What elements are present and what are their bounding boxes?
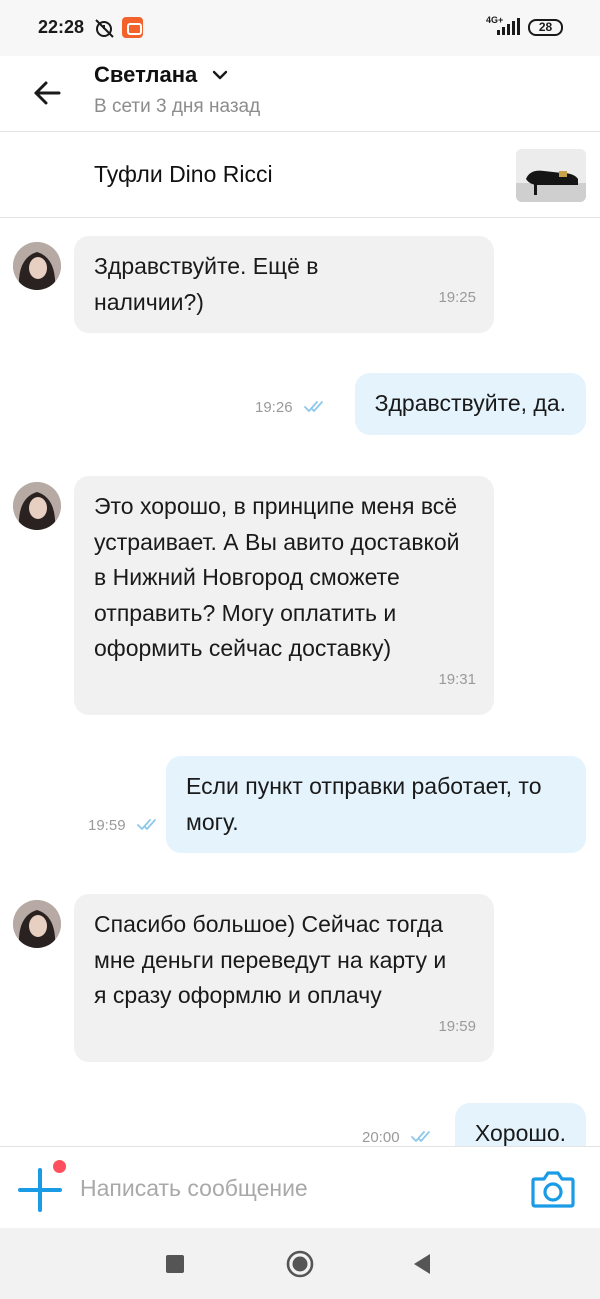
double-check-icon [137,819,156,830]
double-check-icon [411,1131,430,1142]
status-bar: 22:28 4G+ 28 [0,0,600,56]
message-time: 19:59 [88,817,126,834]
message-composer [0,1146,600,1228]
message-text: Здравствуйте, да. [374,390,566,416]
message-bubble-incoming[interactable]: Здравствуйте. Ещё в наличии?) 19:25 [74,236,494,333]
listing-title: Туфли Dino Ricci [94,161,273,187]
system-back-button[interactable] [412,1252,432,1276]
notification-dot [53,1160,66,1173]
contact-status: В сети 3 дня назад [94,96,261,117]
home-button[interactable] [286,1250,314,1278]
message-time: 19:59 [438,1017,476,1035]
camera-icon [531,1171,575,1208]
back-button[interactable] [27,73,67,113]
message-bubble-incoming[interactable]: Это хорошо, в принципе меня всё устраива… [74,476,494,715]
message-bubble-outgoing[interactable]: Если пункт отправки работает, то могу. [166,756,586,853]
message-time: 19:26 [255,399,293,416]
avatar[interactable] [13,900,61,948]
status-time: 22:28 [38,17,85,37]
camera-button[interactable] [531,1169,575,1209]
alarm-off-icon [93,17,115,44]
message-text: Если пункт отправки работает, то могу. [186,773,542,835]
recent-apps-button[interactable] [166,1255,184,1273]
battery-indicator: 28 [528,19,563,36]
message-text: Хорошо. [474,1120,566,1146]
app-notification-icon [122,17,143,38]
message-input[interactable] [80,1167,500,1209]
arrow-left-icon [34,81,61,105]
message-time: 19:31 [438,670,476,688]
double-check-icon [304,401,323,412]
chat-header: Светлана В сети 3 дня назад [0,56,600,132]
contact-name[interactable]: Светлана [94,62,197,88]
message-time: 19:25 [438,288,476,306]
message-text: Здравствуйте. Ещё в наличии?) [94,253,319,315]
listing-thumbnail[interactable] [516,149,586,202]
chevron-down-icon[interactable] [212,68,228,86]
message-bubble-outgoing[interactable]: Здравствуйте, да. [354,373,586,435]
message-bubble-outgoing[interactable]: Хорошо. [454,1103,586,1146]
plus-icon [18,1168,62,1212]
signal-icon [497,18,521,41]
message-text: Спасибо большое) Сейчас тогда мне деньги… [94,911,447,1008]
system-nav-bar [0,1228,600,1299]
message-time: 20:00 [362,1129,400,1146]
message-text: Это хорошо, в принципе меня всё устраива… [94,493,460,661]
listing-link[interactable]: Туфли Dino Ricci [0,133,600,218]
avatar[interactable] [13,482,61,530]
message-bubble-incoming[interactable]: Спасибо большое) Сейчас тогда мне деньги… [74,894,494,1062]
avatar[interactable] [13,242,61,290]
message-list[interactable]: Здравствуйте. Ещё в наличии?) 19:25 19:2… [0,218,600,1146]
add-attachment-button[interactable] [17,1167,63,1213]
